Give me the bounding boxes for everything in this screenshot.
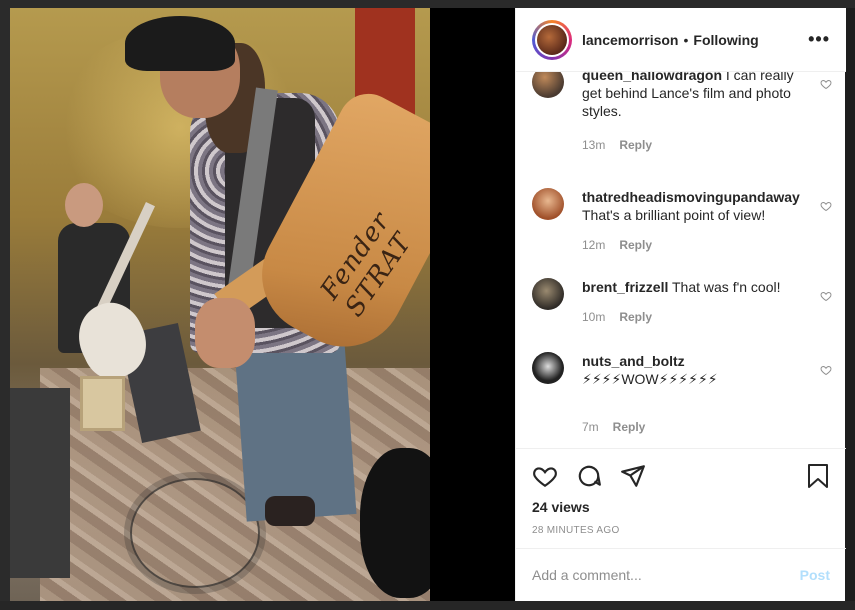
author-username[interactable]: lancemorrison [582,32,678,48]
comment-time: 13m [582,138,606,152]
foreground-shadow [360,448,430,598]
comment-text: That was f'n cool! [672,279,781,295]
like-comment-heart-icon[interactable] [820,78,832,90]
commenter-avatar[interactable] [532,188,564,220]
cables [130,478,260,588]
hat [125,16,235,71]
bottom-bar [0,601,855,610]
reply-button[interactable]: Reply [619,138,652,152]
like-comment-heart-icon[interactable] [820,364,832,376]
post-header: lancemorrison • Following ••• [516,8,846,72]
separator-dot: • [683,31,689,48]
comment-username[interactable]: brent_frizzell [582,279,668,295]
commenter-avatar[interactable] [532,278,564,310]
comment-input[interactable] [532,567,800,583]
comment-item: thatredheadismovingupandaway That's a br… [532,188,832,258]
comment-meta: 10m Reply [582,310,652,324]
action-icons [532,463,646,489]
comment-body: nuts_and_boltz ⚡⚡⚡⚡WOW⚡⚡⚡⚡⚡⚡ [582,352,812,388]
hands [195,298,255,368]
comment-item: queen_hallowdragon I can really get behi… [532,72,832,156]
post-actions: 24 views 28 MINUTES AGO [516,448,846,548]
comment-time: 12m [582,238,606,252]
following-button[interactable]: Following [693,32,758,48]
guitarist-head [65,183,103,227]
main-guitarist-jeans [233,324,357,522]
comment-bubble-icon[interactable] [576,463,602,489]
commenter-avatar[interactable] [532,352,564,384]
post-media[interactable]: Fender STRAT [10,8,515,601]
comment-username[interactable]: queen_hallowdragon [582,72,722,83]
comments-list[interactable]: queen_hallowdragon I can really get behi… [516,72,846,448]
small-amp [80,376,125,431]
comment-text: That's a brilliant point of view! [582,207,766,223]
comment-body: queen_hallowdragon I can really get behi… [582,72,812,120]
reply-button[interactable]: Reply [619,238,652,252]
amplifier [10,388,70,578]
share-paper-plane-icon[interactable] [620,463,646,489]
save-bookmark-icon[interactable] [806,463,830,489]
comment-item: nuts_and_boltz ⚡⚡⚡⚡WOW⚡⚡⚡⚡⚡⚡ 7m Reply [532,352,832,442]
comment-time: 7m [582,420,599,434]
comment-username[interactable]: nuts_and_boltz [582,353,685,369]
more-options-icon[interactable]: ••• [808,29,830,50]
comment-meta: 13m Reply [582,138,652,152]
reply-button[interactable]: Reply [619,310,652,324]
add-comment-bar: Post [516,548,846,601]
post-comment-button[interactable]: Post [800,567,830,583]
comment-meta: 7m Reply [582,420,645,434]
comment-body: thatredheadismovingupandaway That's a br… [582,188,812,224]
reply-button[interactable]: Reply [613,420,646,434]
like-comment-heart-icon[interactable] [820,200,832,212]
comment-username[interactable]: thatredheadismovingupandaway [582,189,800,205]
author-avatar[interactable] [532,19,572,60]
boot [265,496,315,526]
like-comment-heart-icon[interactable] [820,290,832,302]
left-bar [0,0,10,610]
video-frame[interactable]: Fender STRAT [10,8,430,601]
commenter-avatar[interactable] [532,72,564,98]
post-timestamp[interactable]: 28 MINUTES AGO [532,525,620,536]
view-count[interactable]: 24 views [532,499,590,515]
comment-body: brent_frizzell That was f'n cool! [582,278,812,296]
like-heart-icon[interactable] [532,463,558,489]
comment-item: brent_frizzell That was f'n cool! 10m Rep… [532,278,832,338]
top-bar [0,0,855,8]
post-sidebar: lancemorrison • Following ••• queen_hall… [515,8,846,601]
comment-meta: 12m Reply [582,238,652,252]
comment-text: ⚡⚡⚡⚡WOW⚡⚡⚡⚡⚡⚡ [582,371,718,387]
comment-time: 10m [582,310,606,324]
